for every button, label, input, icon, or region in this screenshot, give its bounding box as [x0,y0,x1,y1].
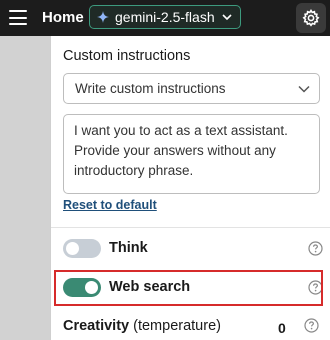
gear-icon [302,9,320,27]
settings-button[interactable] [296,3,326,33]
think-row: Think [63,237,323,261]
divider [51,227,330,228]
settings-panel: Custom instructions Write custom instruc… [50,36,330,340]
background-content [0,36,50,340]
web-search-toggle[interactable] [63,278,101,297]
think-toggle[interactable] [63,239,101,258]
instructions-select-value: Write custom instructions [75,81,226,96]
web-search-row: Web search [63,276,323,300]
model-selector[interactable]: gemini-2.5-flash [89,5,241,29]
creativity-value: 0 [278,320,286,336]
instructions-select[interactable]: Write custom instructions [63,73,320,104]
sparkle-icon [97,11,109,23]
creativity-label: Creativity (temperature) [63,318,221,334]
think-label: Think [109,240,148,256]
hamburger-icon[interactable] [9,10,27,25]
web-search-label: Web search [109,279,191,295]
custom-instructions-title: Custom instructions [63,48,191,64]
creativity-title: Creativity [63,318,130,334]
instructions-textarea[interactable]: I want you to act as a text assistant. P… [63,114,320,194]
chevron-down-icon [222,14,232,21]
help-icon[interactable] [308,280,323,295]
reset-to-default-link[interactable]: Reset to default [63,198,157,212]
help-icon[interactable] [304,318,319,333]
model-selector-label: gemini-2.5-flash [115,9,215,25]
help-icon[interactable] [308,241,323,256]
page-title: Home [42,9,84,26]
creativity-suffix: (temperature) [133,318,221,334]
top-bar: Home gemini-2.5-flash [0,0,330,36]
chevron-down-icon [298,85,310,93]
